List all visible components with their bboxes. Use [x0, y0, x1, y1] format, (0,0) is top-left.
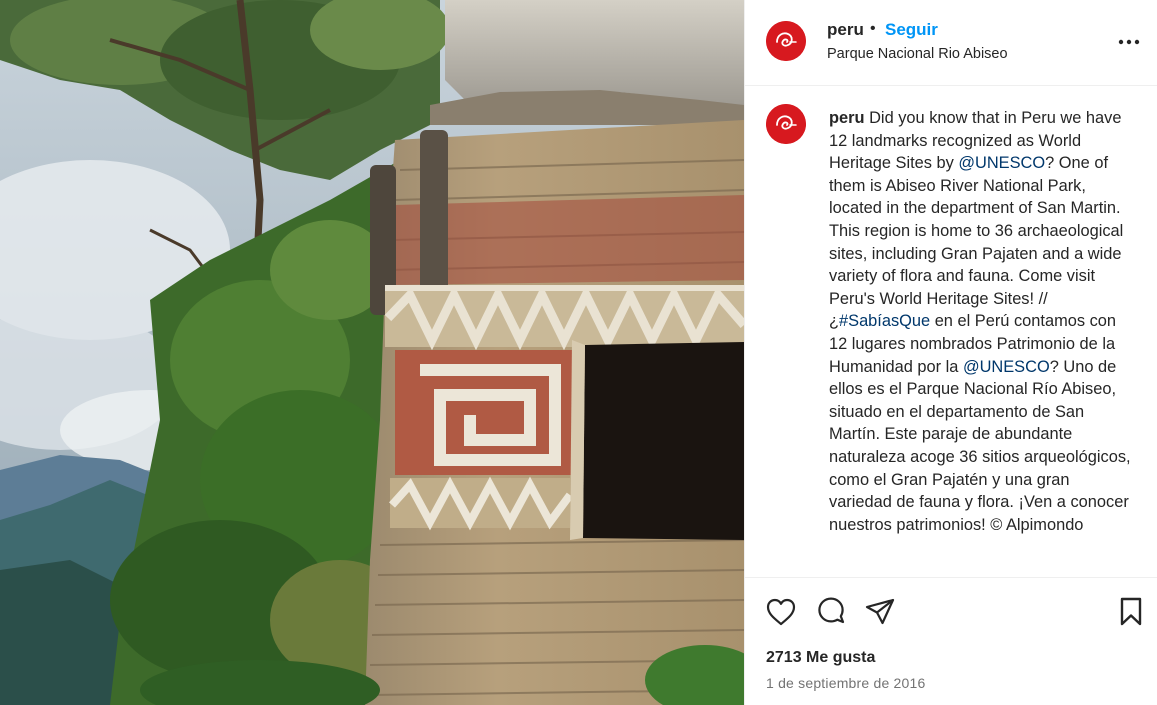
bookmark-icon	[1120, 597, 1142, 626]
more-horizontal-icon	[1118, 39, 1140, 45]
mention-link[interactable]: @UNESCO	[963, 358, 1050, 376]
caption-avatar[interactable]	[766, 104, 806, 144]
header-separator: •	[870, 20, 876, 37]
caption-text: ? One of them is Abiseo River National P…	[829, 154, 1124, 331]
share-button[interactable]	[863, 595, 897, 629]
comment-icon	[818, 597, 845, 624]
likes-count[interactable]: 2713 Me gusta	[766, 649, 875, 667]
share-icon	[865, 598, 895, 625]
mention-link[interactable]: @UNESCO	[958, 154, 1045, 172]
more-options-button[interactable]	[1115, 30, 1143, 54]
location-link[interactable]: Parque Nacional Rio Abiseo	[827, 46, 1008, 62]
post-side-panel: peru • Seguir Parque Nacional Rio Abiseo…	[744, 0, 1157, 705]
post-date[interactable]: 1 de septiembre de 2016	[766, 675, 926, 691]
post-photo	[0, 0, 744, 705]
peru-logo-icon	[766, 104, 806, 144]
post-caption: peru Did you know that in Peru we have 1…	[829, 107, 1134, 536]
heart-icon	[766, 598, 796, 626]
peru-logo-icon	[766, 21, 806, 61]
like-button[interactable]	[764, 595, 798, 629]
action-bar: 2713 Me gusta 1 de septiembre de 2016	[745, 577, 1157, 705]
comment-button[interactable]	[814, 595, 848, 629]
post-image[interactable]	[0, 0, 744, 705]
post-header: peru • Seguir Parque Nacional Rio Abiseo	[745, 0, 1157, 86]
save-button[interactable]	[1114, 595, 1148, 629]
avatar[interactable]	[766, 21, 806, 61]
hashtag-link[interactable]: #SabíasQue	[839, 312, 930, 330]
caption-area: peru Did you know that in Peru we have 1…	[745, 87, 1157, 577]
header-username[interactable]: peru	[827, 20, 864, 40]
caption-text: ? Uno de ellos es el Parque Nacional Río…	[829, 357, 1131, 534]
caption-username[interactable]: peru	[829, 109, 865, 127]
follow-button[interactable]: Seguir	[885, 20, 938, 40]
